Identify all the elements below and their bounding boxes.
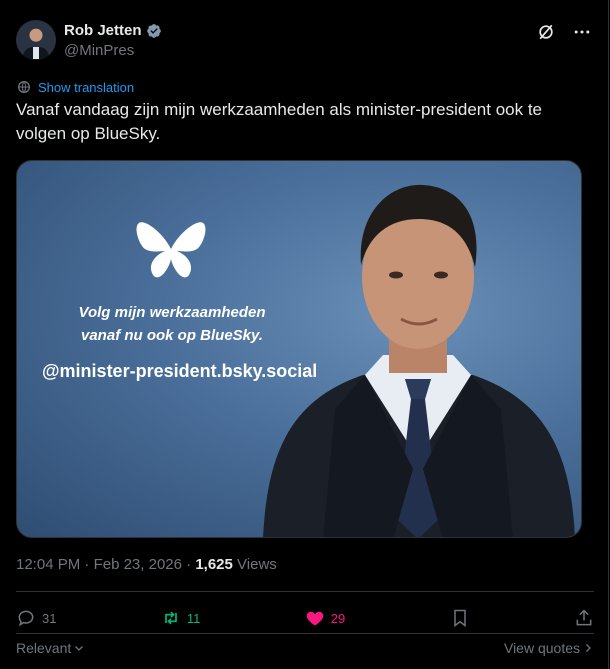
grok-icon[interactable] <box>536 22 556 42</box>
sort-replies-label: Relevant <box>16 640 72 656</box>
share-icon <box>576 609 592 626</box>
chevron-right-icon <box>586 644 591 652</box>
tweet-date[interactable]: Feb 23, 2026 <box>94 556 182 573</box>
author-handle[interactable]: @MinPres <box>64 42 134 59</box>
divider-bottom <box>16 633 594 634</box>
reply-count: 31 <box>42 610 57 626</box>
tweet-text: Vanaf vandaag zijn mijn werkzaamheden al… <box>16 100 543 143</box>
bookmark-button[interactable] <box>450 608 470 628</box>
repost-button[interactable]: 11 <box>161 608 201 628</box>
reply-button[interactable]: 31 <box>16 608 56 628</box>
translate-icon <box>18 81 30 93</box>
repost-icon <box>165 611 177 625</box>
views-count: 1,625 <box>195 556 233 573</box>
view-quotes-link[interactable]: View quotes <box>504 640 594 656</box>
like-count: 29 <box>330 610 346 626</box>
tweet-detail-panel: Rob Jetten @MinPres Show translation Van… <box>0 0 609 669</box>
author-name-row: Rob Jetten <box>64 22 162 39</box>
avatar-shirt <box>33 47 39 59</box>
verified-badge-icon[interactable] <box>146 23 162 39</box>
tweet-media-image[interactable]: Volg mijn werkzaamheden vanaf nu ook op … <box>16 160 582 538</box>
divider-top <box>16 591 594 592</box>
show-translation-label: Show translation <box>38 79 135 95</box>
like-button[interactable]: 29 <box>305 608 345 628</box>
tweet-metadata: 12:04 PM · Feb 23, 2026 · 1,625 Views <box>16 556 277 573</box>
reply-icon <box>18 610 34 627</box>
bluesky-butterfly-logo <box>136 222 206 278</box>
tweet-top-actions <box>536 22 592 42</box>
tweet-time[interactable]: 12:04 PM <box>16 556 80 573</box>
repost-count: 11 <box>186 610 201 626</box>
show-translation-link[interactable]: Show translation <box>16 79 134 95</box>
more-options-icon[interactable] <box>572 22 592 42</box>
chevron-down-icon <box>75 646 84 651</box>
portrait-photo <box>263 184 575 537</box>
author-name[interactable]: Rob Jetten <box>64 22 142 39</box>
heart-icon <box>306 611 323 626</box>
view-quotes-label: View quotes <box>503 640 580 656</box>
share-button[interactable] <box>574 608 594 628</box>
bookmark-icon <box>453 609 466 627</box>
avatar[interactable] <box>16 20 56 60</box>
replies-footer: Relevant View quotes <box>16 640 594 656</box>
meta-separator: · <box>84 556 94 573</box>
sort-replies-dropdown[interactable]: Relevant <box>16 640 85 656</box>
views-label: Views <box>237 556 277 573</box>
tweet-action-bar: 31 11 29 <box>16 606 594 630</box>
meta-separator: · <box>186 556 196 573</box>
